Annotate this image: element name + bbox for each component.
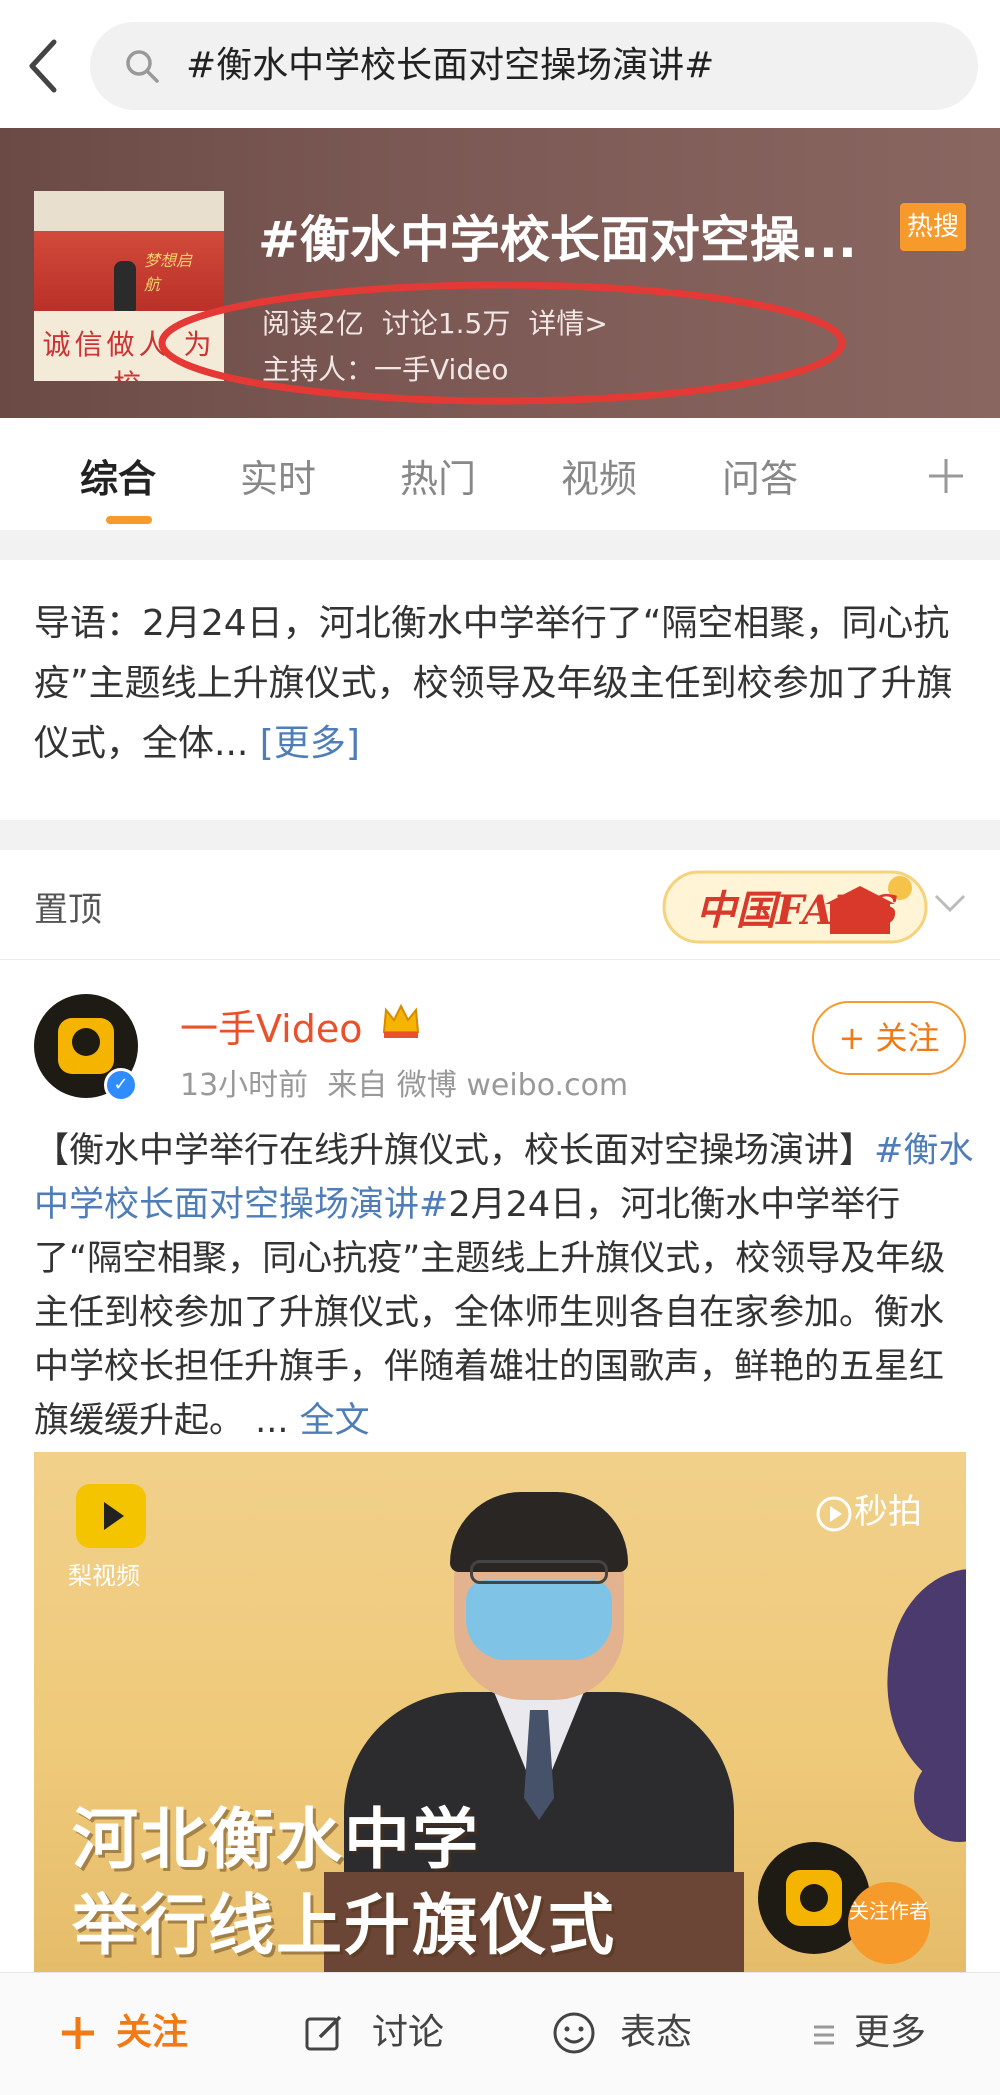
verified-badge-icon: ✓ (104, 1068, 138, 1102)
speaker-mask (466, 1580, 612, 1660)
play-icon (104, 1502, 124, 1530)
details-link[interactable]: 详情> (528, 307, 607, 340)
miaopai-icon (816, 1496, 852, 1531)
menu-icon (814, 2025, 834, 2045)
hot-search-badge[interactable]: 热搜 (900, 203, 966, 251)
topic-lead: 导语：2月24日，河北衡水中学举行了“隔空相聚，同心抗疫”主题线上升旗仪式，校领… (34, 594, 974, 774)
topic-stats: 阅读2亿 讨论1.5万 详情> (262, 302, 626, 342)
bottom-more-button[interactable]: 更多 (812, 2005, 952, 2061)
post-time: 13小时前 (180, 1068, 309, 1103)
tab-realtime[interactable]: 实时 (240, 448, 316, 503)
add-tab-icon[interactable] (926, 456, 966, 496)
thumb-figure (114, 261, 136, 311)
post-meta: 13小时前 来自 微博 weibo.com (180, 1060, 628, 1104)
bottom-discuss-button[interactable]: 讨论 (304, 2005, 464, 2061)
edit-icon (305, 2015, 342, 2051)
speaker-glasses (470, 1560, 608, 1584)
post-text-intro: 【衡水中学举行在线升旗仪式，校长面对空操场演讲】 (34, 1131, 875, 1171)
author-name[interactable]: 一手Video (180, 998, 362, 1053)
topic-header: 梦想启航 诚信做人 为校 #衡水中学校长面对空操... 热搜 阅读2亿讨论1.5… (0, 128, 1000, 418)
miaopai-label: 秒拍 (854, 1492, 922, 1532)
follow-button[interactable]: + 关注 (812, 1001, 966, 1075)
lead-more-link[interactable]: [更多] (260, 723, 360, 764)
follow-author-button[interactable]: 关注作者 (848, 1882, 930, 1964)
pinned-label: 置顶 (34, 890, 102, 930)
full-text-link[interactable]: 全文 (300, 1401, 370, 1441)
bottom-follow-button[interactable]: 关注 (58, 2005, 198, 2061)
bottom-express-button[interactable]: 表态 (552, 2005, 712, 2061)
avatar-logo-dot (800, 1884, 828, 1912)
tab-qa[interactable]: 问答 (722, 448, 798, 503)
china-fans-text: 中国FANS (696, 887, 899, 934)
chevron-down-icon[interactable] (932, 888, 968, 918)
post-body: 【衡水中学举行在线升旗仪式，校长面对空操场演讲】#衡水中学校长面对空操场演讲#2… (34, 1124, 974, 1448)
discussion-count: 讨论1.5万 (381, 307, 511, 340)
search-query[interactable]: #衡水中学校长面对空操场演讲# (186, 38, 714, 94)
thumb-text: 诚信做人 为校 (42, 328, 216, 381)
tab-hot[interactable]: 热门 (400, 448, 476, 503)
bottom-more-label: 更多 (854, 2012, 927, 2053)
pear-video-label: 梨视频 (68, 1562, 140, 1590)
thumb-band (34, 191, 224, 231)
video-caption-line2: 举行线上升旗仪式 (72, 1887, 616, 1964)
bottom-express-label: 表态 (620, 2012, 693, 2053)
tab-overview[interactable]: 综合 (80, 448, 156, 503)
topic-host[interactable]: 主持人：一手Video (262, 348, 508, 388)
post-source: 来自 微博 weibo.com (327, 1068, 629, 1103)
avatar-logo-dot (72, 1028, 100, 1056)
bottom-discuss-label: 讨论 (372, 2012, 445, 2053)
pinned-row: 置顶 中国FANS (0, 850, 1000, 960)
post-video[interactable]: 梨视频 秒拍 河北衡水中学 举行线上升旗仪式 关注作者 (34, 1452, 966, 1972)
thumb-gold-text: 梦想启航 (144, 251, 193, 294)
section-divider (0, 820, 1000, 850)
section-divider (0, 530, 1000, 560)
miaopai-watermark: 秒拍 (814, 1484, 922, 1534)
pear-video-logo (76, 1484, 146, 1548)
bottom-action-bar: 关注 讨论 表态 更多 (0, 1972, 1000, 2095)
back-arrow-icon[interactable] (24, 36, 64, 96)
top-bar: #衡水中学校长面对空操场演讲# (0, 0, 1000, 128)
video-caption-line1: 河北衡水中学 (72, 1801, 480, 1878)
search-icon (126, 50, 159, 83)
active-tab-indicator (106, 516, 152, 524)
search-bar[interactable]: #衡水中学校长面对空操场演讲# (90, 22, 978, 110)
smiley-icon (553, 2012, 595, 2054)
crown-icon[interactable] (380, 1002, 422, 1040)
topic-title: #衡水中学校长面对空操... (258, 211, 857, 269)
topic-thumbnail[interactable]: 梦想启航 诚信做人 为校 (34, 191, 224, 381)
plus-icon (62, 2017, 94, 2049)
red-annotation-ellipse (158, 281, 846, 405)
tab-video[interactable]: 视频 (561, 448, 637, 503)
bottom-follow-label: 关注 (116, 2012, 189, 2053)
read-count: 阅读2亿 (262, 307, 364, 340)
lead-text: 导语：2月24日，河北衡水中学举行了“隔空相聚，同心抗疫”主题线上升旗仪式，校领… (34, 603, 953, 764)
tab-bar: 综合 实时 热门 视频 问答 (0, 418, 1000, 530)
